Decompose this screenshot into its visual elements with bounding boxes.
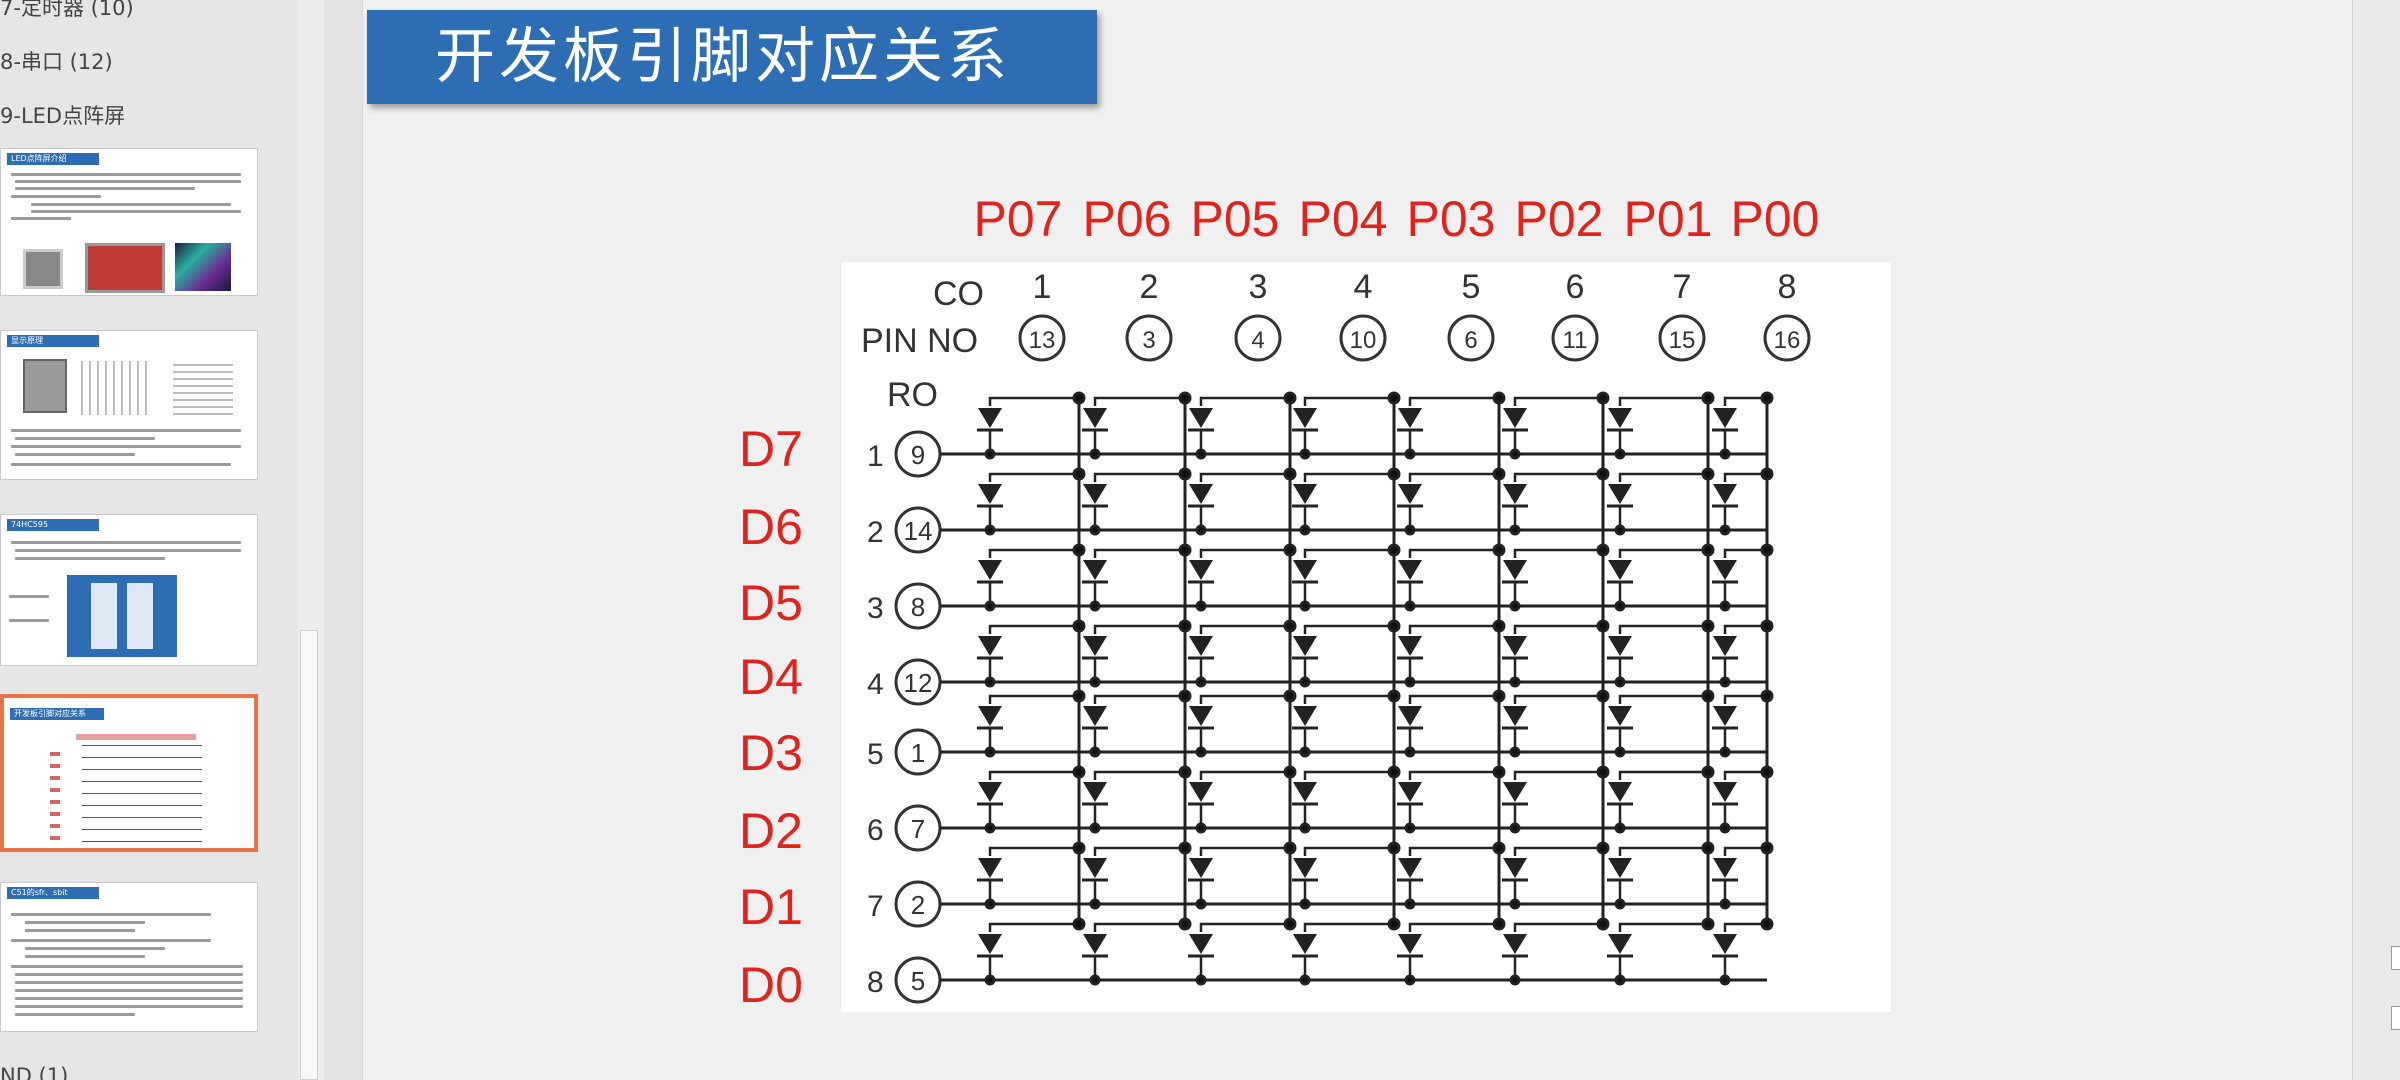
column-port-label: P00 xyxy=(1731,191,1820,247)
column-pin-number: 13 xyxy=(1029,327,1056,354)
row-port-label: D2 xyxy=(739,803,803,859)
row-number: 7 xyxy=(867,890,884,923)
row-number: 8 xyxy=(867,966,884,999)
row-port-label: D4 xyxy=(739,649,803,705)
row-port-label: D5 xyxy=(739,575,803,631)
right-edge-panel xyxy=(2352,0,2400,1080)
row-port-label: D3 xyxy=(739,725,803,781)
sidebar-scrollbar-thumb[interactable] xyxy=(300,630,318,1080)
column-pin-number: 16 xyxy=(1774,327,1801,354)
header-pin-no: PIN NO xyxy=(861,322,978,360)
row-pin-number: 2 xyxy=(911,890,925,920)
row-pin-number: 14 xyxy=(904,516,933,546)
slide-thumbnail-5[interactable]: C51的sfr、sbit xyxy=(0,882,258,1032)
row-number: 3 xyxy=(867,592,884,625)
led-matrix-image xyxy=(23,249,63,289)
row-port-label: D1 xyxy=(739,879,803,935)
chip-diagram xyxy=(67,575,177,657)
section-timer[interactable]: 7-定时器 (10) xyxy=(0,0,134,22)
panel-splitter[interactable] xyxy=(324,0,362,1080)
column-number: 4 xyxy=(1354,268,1373,306)
matrix-photo xyxy=(23,359,67,413)
column-number: 5 xyxy=(1462,268,1481,306)
row-pin-number: 5 xyxy=(911,966,925,996)
row-number: 6 xyxy=(867,814,884,847)
column-port-label: P05 xyxy=(1191,191,1280,247)
column-pin-number: 3 xyxy=(1142,327,1155,354)
row-pin-number: 7 xyxy=(911,814,925,844)
column-port-label: P04 xyxy=(1299,191,1388,247)
row-port-label: D0 xyxy=(739,957,803,1013)
header-ro: RO xyxy=(887,376,938,414)
slide-thumbnail-4[interactable]: 开发板引脚对应关系 xyxy=(0,694,258,852)
column-number: 7 xyxy=(1673,268,1692,306)
section-uart[interactable]: 8-串口 (12) xyxy=(0,46,113,76)
section-end[interactable]: ND (1) xyxy=(0,1064,68,1080)
led-display-image xyxy=(85,243,165,293)
slide-thumbnail-2[interactable]: 显示原理 xyxy=(0,330,258,480)
thumbnail-title: 开发板引脚对应关系 xyxy=(10,708,104,720)
row-number: 1 xyxy=(867,440,884,473)
column-pin-number: 15 xyxy=(1669,327,1696,354)
matrix-mini-diagram xyxy=(82,744,202,842)
column-port-label: P02 xyxy=(1515,191,1604,247)
row-pin-number: 1 xyxy=(911,738,925,768)
thumbnail-title: 74HC595 xyxy=(7,519,99,531)
column-port-label: P06 xyxy=(1083,191,1172,247)
column-pin-number: 10 xyxy=(1350,327,1377,354)
slide-thumbnail-3[interactable]: 74HC595 xyxy=(0,514,258,666)
matrix-grid-diagram-2 xyxy=(173,361,233,415)
slide-thumbnail-panel[interactable]: 7-定时器 (10) 8-串口 (12) 9-LED点阵屏 LED点阵屏介绍 显… xyxy=(0,0,299,1080)
header-co: CO xyxy=(933,275,984,313)
column-port-label: P01 xyxy=(1624,191,1713,247)
slide-canvas[interactable]: 开发板引脚对应关系 P07 P06 P05 P04 P03 P02 P01 P00 D7 D6 D5… xyxy=(362,0,2353,1080)
column-port-label: P03 xyxy=(1407,191,1496,247)
row-pin-number: 12 xyxy=(904,668,933,698)
column-number: 6 xyxy=(1566,268,1585,306)
row-number: 5 xyxy=(867,738,884,771)
column-port-label: P07 xyxy=(974,191,1063,247)
slide-thumbnail-1[interactable]: LED点阵屏介绍 xyxy=(0,148,258,296)
column-number: 3 xyxy=(1249,268,1268,306)
row-pin-number: 9 xyxy=(911,440,925,470)
led-screen-image xyxy=(175,243,231,291)
thumbnail-title: LED点阵屏介绍 xyxy=(7,153,99,165)
row-port-label: D7 xyxy=(739,421,803,477)
matrix-grid-diagram xyxy=(81,361,151,415)
column-pin-number: 6 xyxy=(1464,327,1477,354)
column-pin-number: 4 xyxy=(1251,327,1264,354)
section-led-matrix[interactable]: 9-LED点阵屏 xyxy=(0,100,125,130)
column-number: 8 xyxy=(1778,268,1797,306)
row-pin-number: 8 xyxy=(911,592,925,622)
column-pin-number: 11 xyxy=(1563,327,1588,354)
column-number: 1 xyxy=(1033,268,1052,306)
row-number: 2 xyxy=(867,516,884,549)
thumbnail-title: C51的sfr、sbit xyxy=(7,887,99,899)
row-port-label: D6 xyxy=(739,499,803,555)
thumbnail-title: 显示原理 xyxy=(7,335,99,347)
row-number: 4 xyxy=(867,668,884,701)
column-number: 2 xyxy=(1140,268,1159,306)
led-matrix-diagram: P07 P06 P05 P04 P03 P02 P01 P00 D7 D6 D5 D4 D3 D2 D1 D0… xyxy=(739,191,1891,1013)
